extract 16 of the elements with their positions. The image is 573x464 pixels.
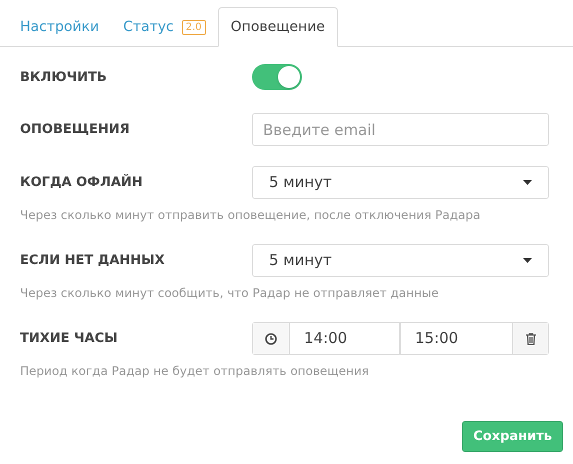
field-label: КОГДА ОФЛАЙН [20,173,144,192]
caret-icon [523,180,532,185]
email-field[interactable]: Введите email [252,113,549,146]
field-label: ОПОВЕЩЕНИЯ [20,121,131,139]
caret-icon [523,258,532,263]
dropdown[interactable]: 5 минут [252,244,549,277]
help-text: Через сколько минут сообщить, что Радар не отправляет данные [20,285,440,302]
field-label: ТИХИЕ ЧАСЫ [20,330,119,348]
field-label: ВКЛЮЧИТЬ [20,69,108,87]
help-text: Через сколько минут отправить оповещение, после отключения Радара [20,207,482,224]
toggle-switch[interactable] [252,64,302,90]
version-badge: 2.0 [182,20,206,34]
tab[interactable]: Оповещение [218,7,338,47]
dropdown[interactable]: 5 минут [252,166,549,199]
field-label: ЕСЛИ НЕТ ДАННЫХ [20,252,166,270]
help-text: Период когда Радар не будет отправлять оповещения [20,363,370,380]
